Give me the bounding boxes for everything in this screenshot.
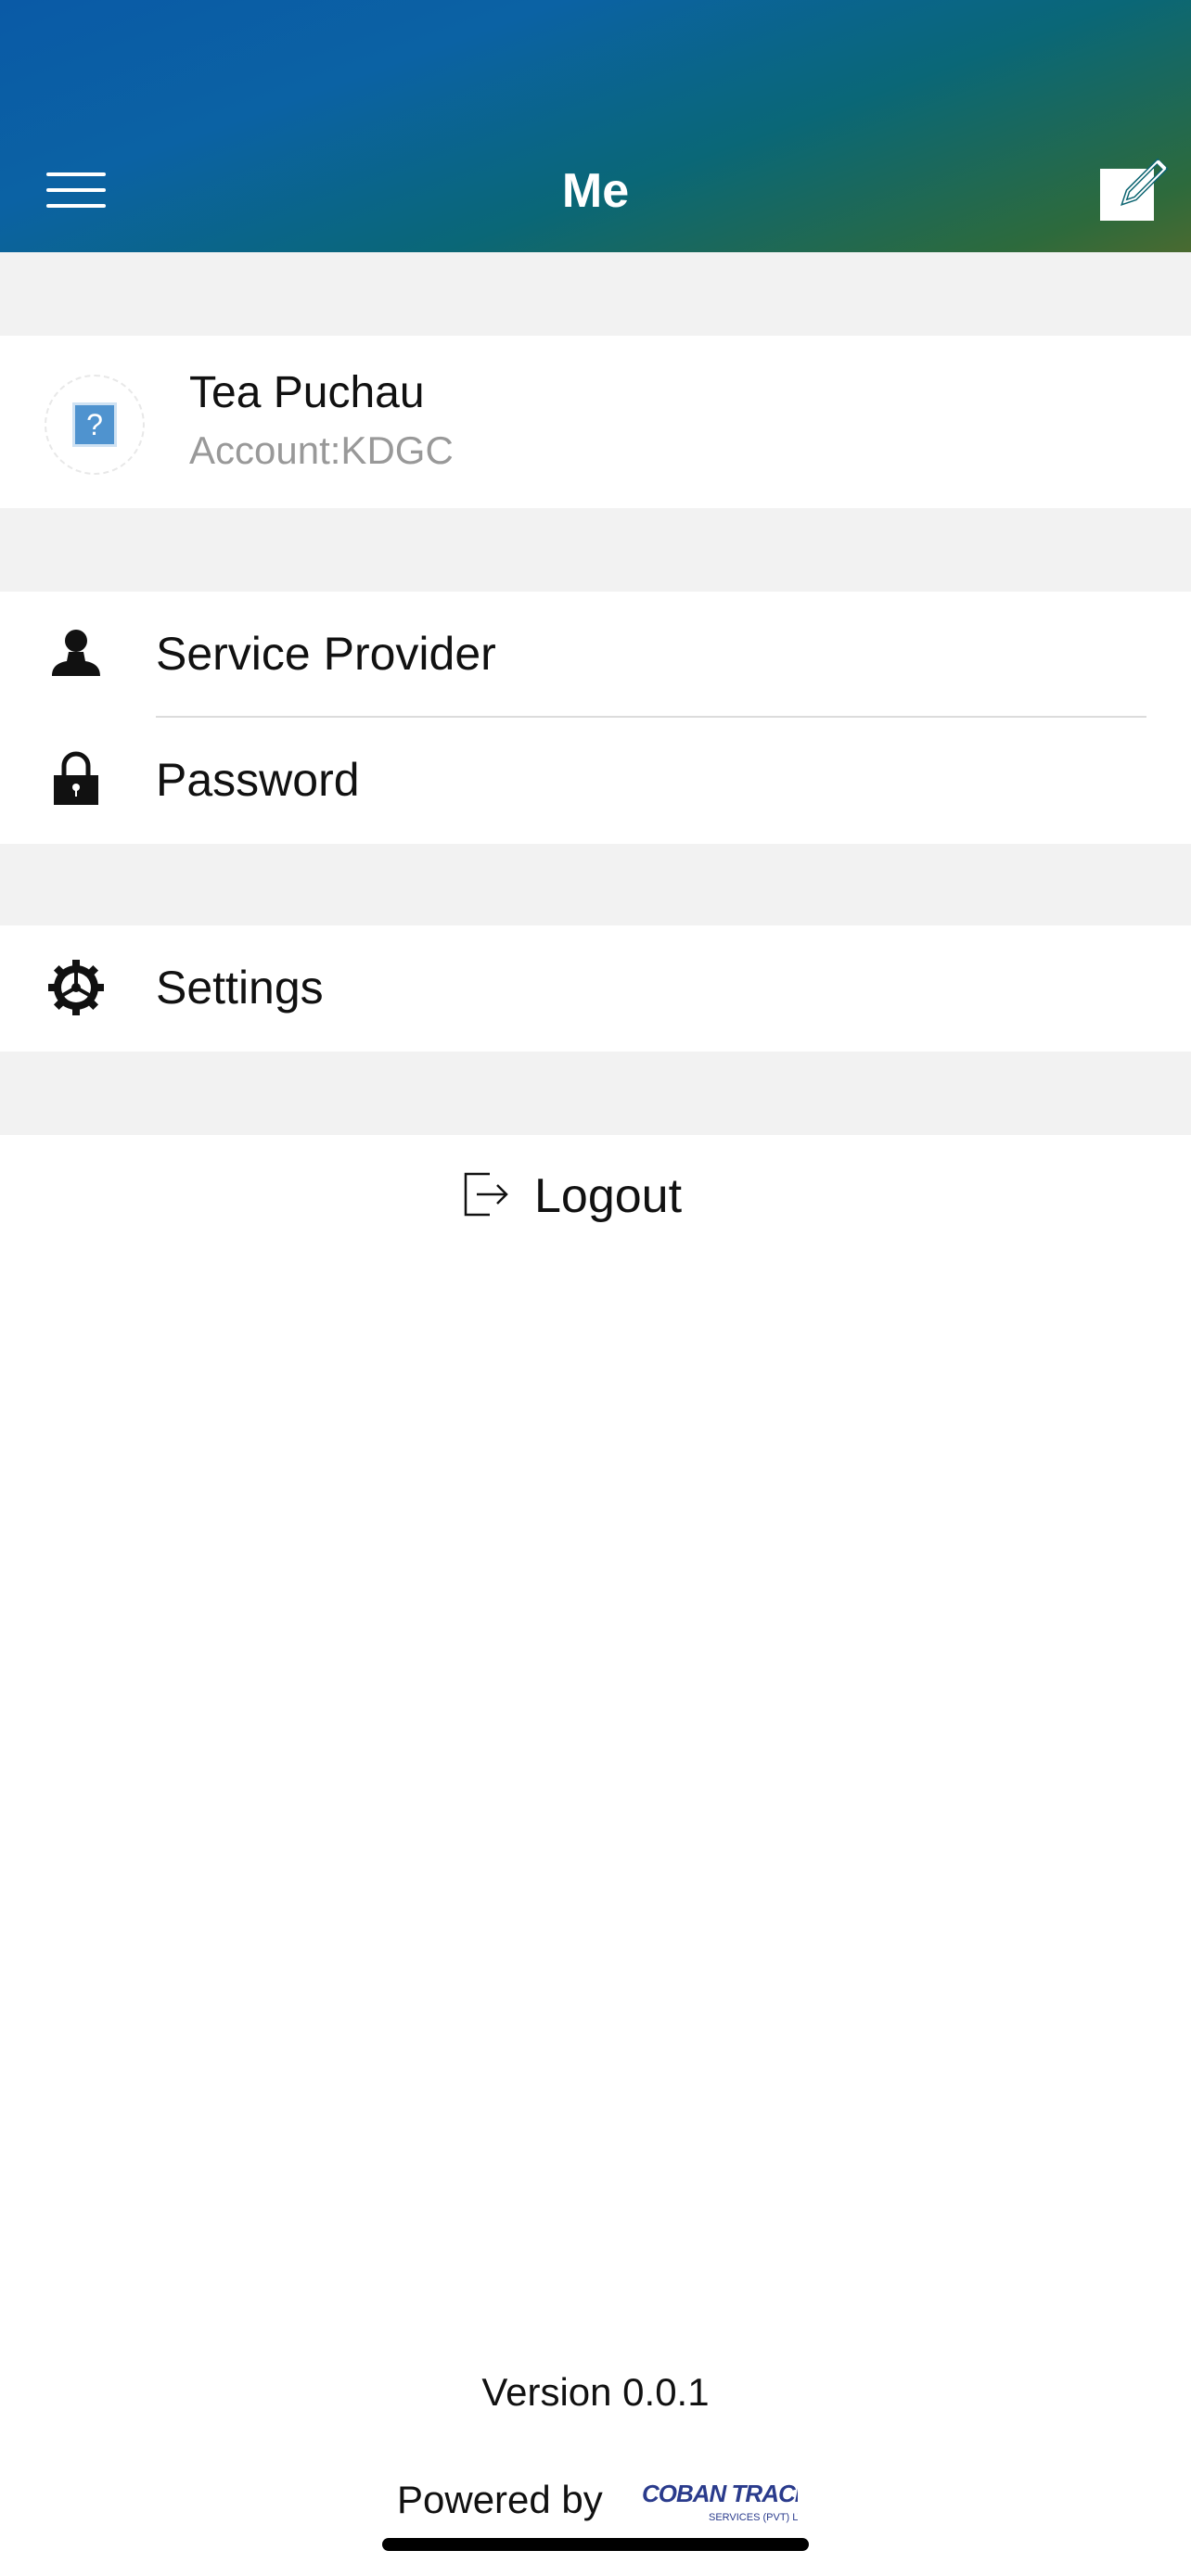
settings-label: Settings	[156, 962, 324, 1014]
account-id: Account:KDGC	[189, 428, 454, 472]
section-gap	[0, 508, 1191, 592]
settings-row[interactable]: Settings	[0, 925, 1191, 1050]
lock-icon	[54, 751, 98, 805]
service-provider-row[interactable]: Service Provider	[0, 592, 1191, 716]
header-bar: Me	[0, 0, 1191, 252]
edit-button[interactable]	[1096, 156, 1171, 226]
svg-text:SERVICES (PVT) LTD.: SERVICES (PVT) LTD.	[709, 2512, 798, 2523]
logout-icon	[464, 1172, 508, 1217]
section-gap	[0, 844, 1191, 925]
placeholder-avatar-icon: ?	[72, 402, 117, 447]
user-name: Tea Puchau	[189, 368, 425, 417]
version-text: Version 0.0.1	[481, 2370, 710, 2414]
password-row[interactable]: Password	[0, 718, 1191, 842]
gear-icon	[48, 960, 104, 1015]
service-provider-label: Service Provider	[156, 628, 496, 680]
section-gap	[0, 252, 1191, 336]
password-label: Password	[156, 754, 360, 806]
powered-by-text: Powered by	[397, 2478, 603, 2521]
settings-section: Settings	[0, 925, 1191, 1052]
avatar: ?	[45, 375, 145, 475]
logout-button[interactable]: Logout	[445, 1141, 724, 1252]
profile-card[interactable]: ? Tea Puchau Account:KDGC	[0, 336, 1191, 508]
section-gap	[0, 1052, 1191, 1135]
person-icon	[52, 630, 100, 676]
home-indicator[interactable]	[382, 2538, 809, 2551]
coban-tracker-logo: COBAN TRACKER SERVICES (PVT) LTD.	[642, 2480, 798, 2523]
logout-label: Logout	[534, 1169, 683, 1223]
edit-icon	[1100, 158, 1169, 221]
page-title: Me	[561, 164, 630, 218]
svg-text:COBAN TRACKER: COBAN TRACKER	[642, 2480, 798, 2507]
account-menu: Service Provider Password	[0, 592, 1191, 844]
